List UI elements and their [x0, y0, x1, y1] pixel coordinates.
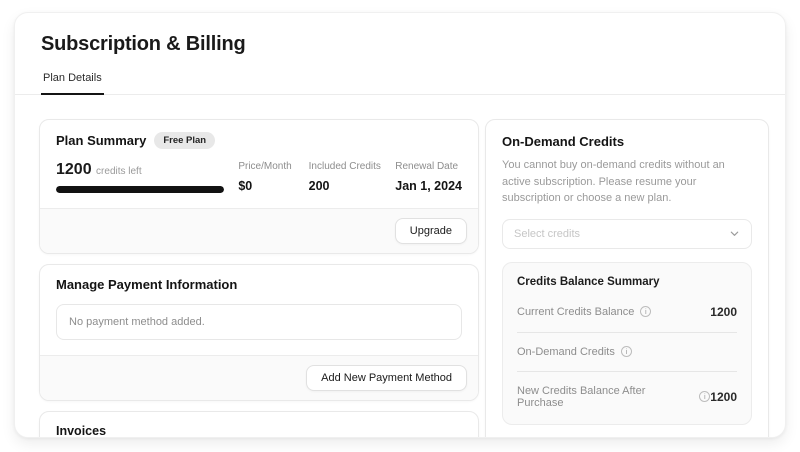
page-title: Subscription & Billing: [41, 33, 759, 56]
tab-bar: Plan Details: [15, 72, 785, 95]
summary-label-text: On-Demand Credits: [517, 346, 615, 358]
plan-summary-body: Plan Summary Free Plan 1200 credits left: [40, 120, 478, 208]
select-credits-dropdown[interactable]: Select credits: [502, 219, 752, 249]
summary-row-new-balance: New Credits Balance After Purchase i 120…: [517, 371, 737, 422]
summary-row-value: 1200: [710, 305, 737, 319]
summary-row-current-balance: Current Credits Balance i 1200: [517, 292, 737, 332]
content-area: Plan Summary Free Plan 1200 credits left: [15, 95, 785, 438]
info-icon[interactable]: i: [621, 346, 632, 357]
tab-plan-details[interactable]: Plan Details: [41, 72, 104, 95]
summary-label-text: Current Credits Balance: [517, 306, 634, 318]
page-background: Subscription & Billing Plan Details Plan…: [0, 0, 800, 452]
stat-included-credits: Included Credits 200: [309, 161, 381, 193]
stat-value: 200: [309, 179, 381, 193]
credits-line: 1200 credits left: [56, 161, 224, 179]
payment-empty-message: No payment method added.: [56, 304, 462, 340]
credits-remaining-value: 1200: [56, 161, 92, 178]
plan-summary-footer: Upgrade: [40, 208, 478, 253]
left-column: Plan Summary Free Plan 1200 credits left: [39, 119, 479, 438]
plan-stats-row: 1200 credits left Price/Month $0: [56, 161, 462, 193]
stat-renewal-date: Renewal Date Jan 1, 2024: [395, 161, 462, 193]
invoices-card: Invoices You can refer to all your past …: [39, 411, 479, 438]
summary-row-label: On-Demand Credits i: [517, 346, 632, 358]
credits-block: 1200 credits left: [56, 161, 224, 193]
payment-card: Manage Payment Information No payment me…: [39, 264, 479, 401]
invoices-body: Invoices You can refer to all your past …: [40, 412, 478, 438]
on-demand-credits-card: On-Demand Credits You cannot buy on-dema…: [485, 119, 769, 438]
stat-value: Jan 1, 2024: [395, 179, 462, 193]
select-credits-placeholder: Select credits: [514, 228, 580, 240]
plan-summary-title: Plan Summary: [56, 133, 146, 148]
stat-label: Price/Month: [238, 161, 294, 172]
stat-label: Included Credits: [309, 161, 381, 172]
main-panel: Subscription & Billing Plan Details Plan…: [14, 12, 786, 438]
summary-row-label: Current Credits Balance i: [517, 306, 651, 318]
add-payment-method-button[interactable]: Add New Payment Method: [306, 365, 467, 391]
payment-title: Manage Payment Information: [56, 277, 462, 292]
stat-label: Renewal Date: [395, 161, 462, 172]
info-icon[interactable]: i: [640, 306, 651, 317]
invoices-title: Invoices: [56, 424, 462, 438]
upgrade-button[interactable]: Upgrade: [395, 218, 467, 244]
plan-summary-title-row: Plan Summary Free Plan: [56, 132, 462, 149]
summary-label-text: New Credits Balance After Purchase: [517, 385, 693, 409]
free-plan-badge: Free Plan: [154, 132, 215, 149]
credits-balance-summary: Credits Balance Summary Current Credits …: [502, 262, 752, 425]
credits-progress-bar: [56, 186, 224, 193]
summary-row-on-demand: On-Demand Credits i: [517, 332, 737, 371]
payment-footer: Add New Payment Method: [40, 355, 478, 400]
stat-value: $0: [238, 179, 294, 193]
on-demand-title: On-Demand Credits: [502, 134, 752, 149]
credits-progress-fill: [56, 186, 224, 193]
plan-summary-card: Plan Summary Free Plan 1200 credits left: [39, 119, 479, 254]
on-demand-description: You cannot buy on-demand credits without…: [502, 157, 752, 207]
on-demand-body: On-Demand Credits You cannot buy on-dema…: [486, 120, 768, 438]
info-icon[interactable]: i: [699, 391, 710, 402]
credits-remaining-label: credits left: [96, 166, 142, 177]
credits-balance-summary-title: Credits Balance Summary: [517, 276, 737, 292]
right-column: On-Demand Credits You cannot buy on-dema…: [485, 119, 769, 438]
stat-price-month: Price/Month $0: [238, 161, 294, 193]
summary-row-label: New Credits Balance After Purchase i: [517, 385, 710, 409]
summary-row-value: 1200: [710, 390, 737, 404]
chevron-down-icon: [729, 228, 740, 239]
payment-body: Manage Payment Information No payment me…: [40, 265, 478, 355]
